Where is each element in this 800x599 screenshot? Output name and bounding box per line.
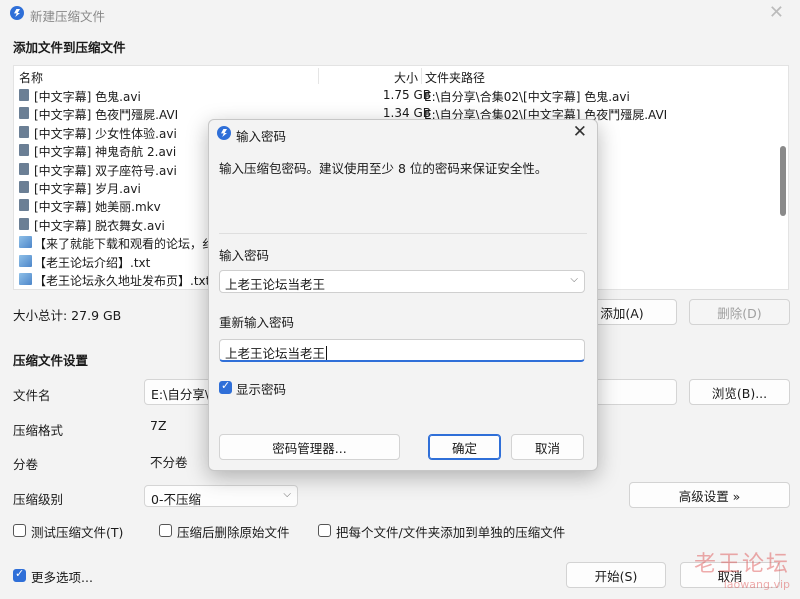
file-name: [中文字幕] 她美丽.mkv — [34, 200, 161, 215]
file-name: [中文字幕] 脱衣舞女.avi — [34, 218, 165, 233]
file-name: [中文字幕] 色夜鬥殭屍.AVI — [34, 108, 179, 123]
dialog-close-icon[interactable]: ✕ — [573, 122, 587, 142]
level-select[interactable]: 0-不压缩 ⌵ — [144, 485, 298, 507]
text-file-icon — [19, 273, 32, 285]
settings-heading: 压缩文件设置 — [13, 353, 89, 368]
column-name[interactable]: 名称 — [19, 69, 43, 86]
add-section-heading: 添加文件到压缩文件 — [13, 40, 126, 55]
watermark-url: laowang.vip — [723, 578, 790, 591]
text-file-icon — [19, 236, 32, 249]
video-file-icon — [19, 125, 29, 138]
file-name: [中文字幕] 岁月.avi — [34, 182, 141, 196]
file-name: 【来了就能下载和观看的论坛，纟 — [34, 237, 215, 252]
level-label: 压缩级别 — [13, 492, 64, 507]
enter-password-input[interactable]: 上老王论坛当老王 ⌵ — [219, 270, 585, 293]
password-dialog: 输入密码 ✕ 输入压缩包密码。建议使用至少 8 位的密码来保证安全性。 输入密码… — [208, 119, 598, 471]
level-value: 0-不压缩 — [151, 492, 201, 507]
file-name: 【老王论坛介绍】.txt — [34, 255, 151, 270]
more-options-checkbox[interactable] — [13, 567, 26, 582]
dialog-description: 输入压缩包密码。建议使用至少 8 位的密码来保证安全性。 — [219, 161, 548, 176]
video-file-icon — [19, 217, 29, 230]
video-file-icon — [19, 181, 29, 193]
watermark: 老王论坛 laowang.vip — [694, 546, 790, 591]
show-password-label: 显示密码 — [236, 382, 287, 397]
video-file-icon — [19, 144, 29, 157]
reenter-password-input[interactable]: 上老王论坛当老王 — [219, 339, 585, 362]
separate-archive-label: 把每个文件/文件夹添加到单独的压缩文件 — [336, 525, 566, 540]
file-list-scrollbar[interactable] — [780, 146, 786, 216]
file-list-header: 名称 大小 文件夹路径 — [14, 66, 788, 86]
delete-after-checkbox[interactable] — [159, 524, 172, 537]
column-path[interactable]: 文件夹路径 — [425, 69, 485, 86]
watermark-title: 老王论坛 — [693, 552, 790, 577]
video-file-icon — [19, 162, 29, 175]
dialog-ok-button[interactable]: 确定 — [428, 434, 501, 460]
file-name: 【老王论坛永久地址发布页】.txt — [34, 274, 211, 288]
text-caret — [326, 346, 328, 360]
dialog-logo-icon — [217, 126, 231, 140]
separate-archive-checkbox[interactable] — [318, 524, 331, 537]
enter-password-value: 上老王论坛当老王 — [225, 277, 326, 292]
table-row[interactable]: [中文字幕] 色鬼.avi 1.75 GB E:\自分享\合集02\[中文字幕] 色… — [14, 86, 774, 104]
column-size[interactable]: 大小 — [394, 69, 418, 86]
test-archive-checkbox[interactable] — [13, 524, 26, 537]
dialog-cancel-button[interactable]: 取消 — [511, 434, 584, 460]
reenter-password-value: 上老王论坛当老王 — [225, 346, 326, 361]
volume-select[interactable]: 不分卷 — [144, 448, 214, 474]
delete-button[interactable]: 删除(D) — [689, 299, 790, 325]
app-logo-icon — [10, 6, 24, 20]
video-file-icon — [19, 89, 29, 101]
format-label: 压缩格式 — [13, 423, 64, 438]
dialog-title: 输入密码 — [236, 129, 287, 144]
total-size: 大小总计: 27.9 GB — [13, 308, 122, 323]
more-options-label: 更多选项... — [31, 570, 93, 585]
format-select[interactable]: 7Z — [144, 414, 214, 440]
chevron-down-icon: ⌵ — [283, 489, 291, 500]
title-bar: 新建压缩文件 ✕ — [0, 0, 800, 28]
window-title: 新建压缩文件 — [30, 9, 106, 24]
volume-label: 分卷 — [13, 457, 39, 472]
file-path: E:\自分享\合集02\[中文字幕] 色鬼.avi — [424, 90, 630, 104]
password-manager-button[interactable]: 密码管理器... — [219, 434, 400, 460]
browse-button[interactable]: 浏览(B)... — [689, 379, 790, 405]
video-file-icon — [19, 199, 29, 212]
enter-password-label: 输入密码 — [219, 248, 270, 263]
test-archive-label: 测试压缩文件(T) — [31, 525, 124, 540]
reenter-password-label: 重新输入密码 — [219, 315, 295, 330]
file-name: [中文字幕] 少女性体验.avi — [34, 126, 177, 141]
file-name: [中文字幕] 色鬼.avi — [34, 90, 141, 104]
delete-after-label: 压缩后删除原始文件 — [177, 525, 290, 540]
window-close-icon[interactable]: ✕ — [769, 2, 784, 23]
file-name: [中文字幕] 双子座符号.avi — [34, 163, 177, 178]
start-button[interactable]: 开始(S) — [566, 562, 666, 588]
video-file-icon — [19, 107, 29, 120]
file-name: [中文字幕] 神鬼奇航 2.avi — [34, 145, 177, 160]
file-size: 1.75 GB — [382, 88, 431, 102]
dialog-divider — [219, 233, 587, 234]
chevron-down-icon[interactable]: ⌵ — [570, 274, 578, 285]
filename-label: 文件名 — [13, 388, 51, 403]
show-password-checkbox[interactable] — [219, 379, 232, 394]
advanced-settings-button[interactable]: 高级设置 » — [629, 482, 790, 508]
text-file-icon — [19, 254, 32, 267]
